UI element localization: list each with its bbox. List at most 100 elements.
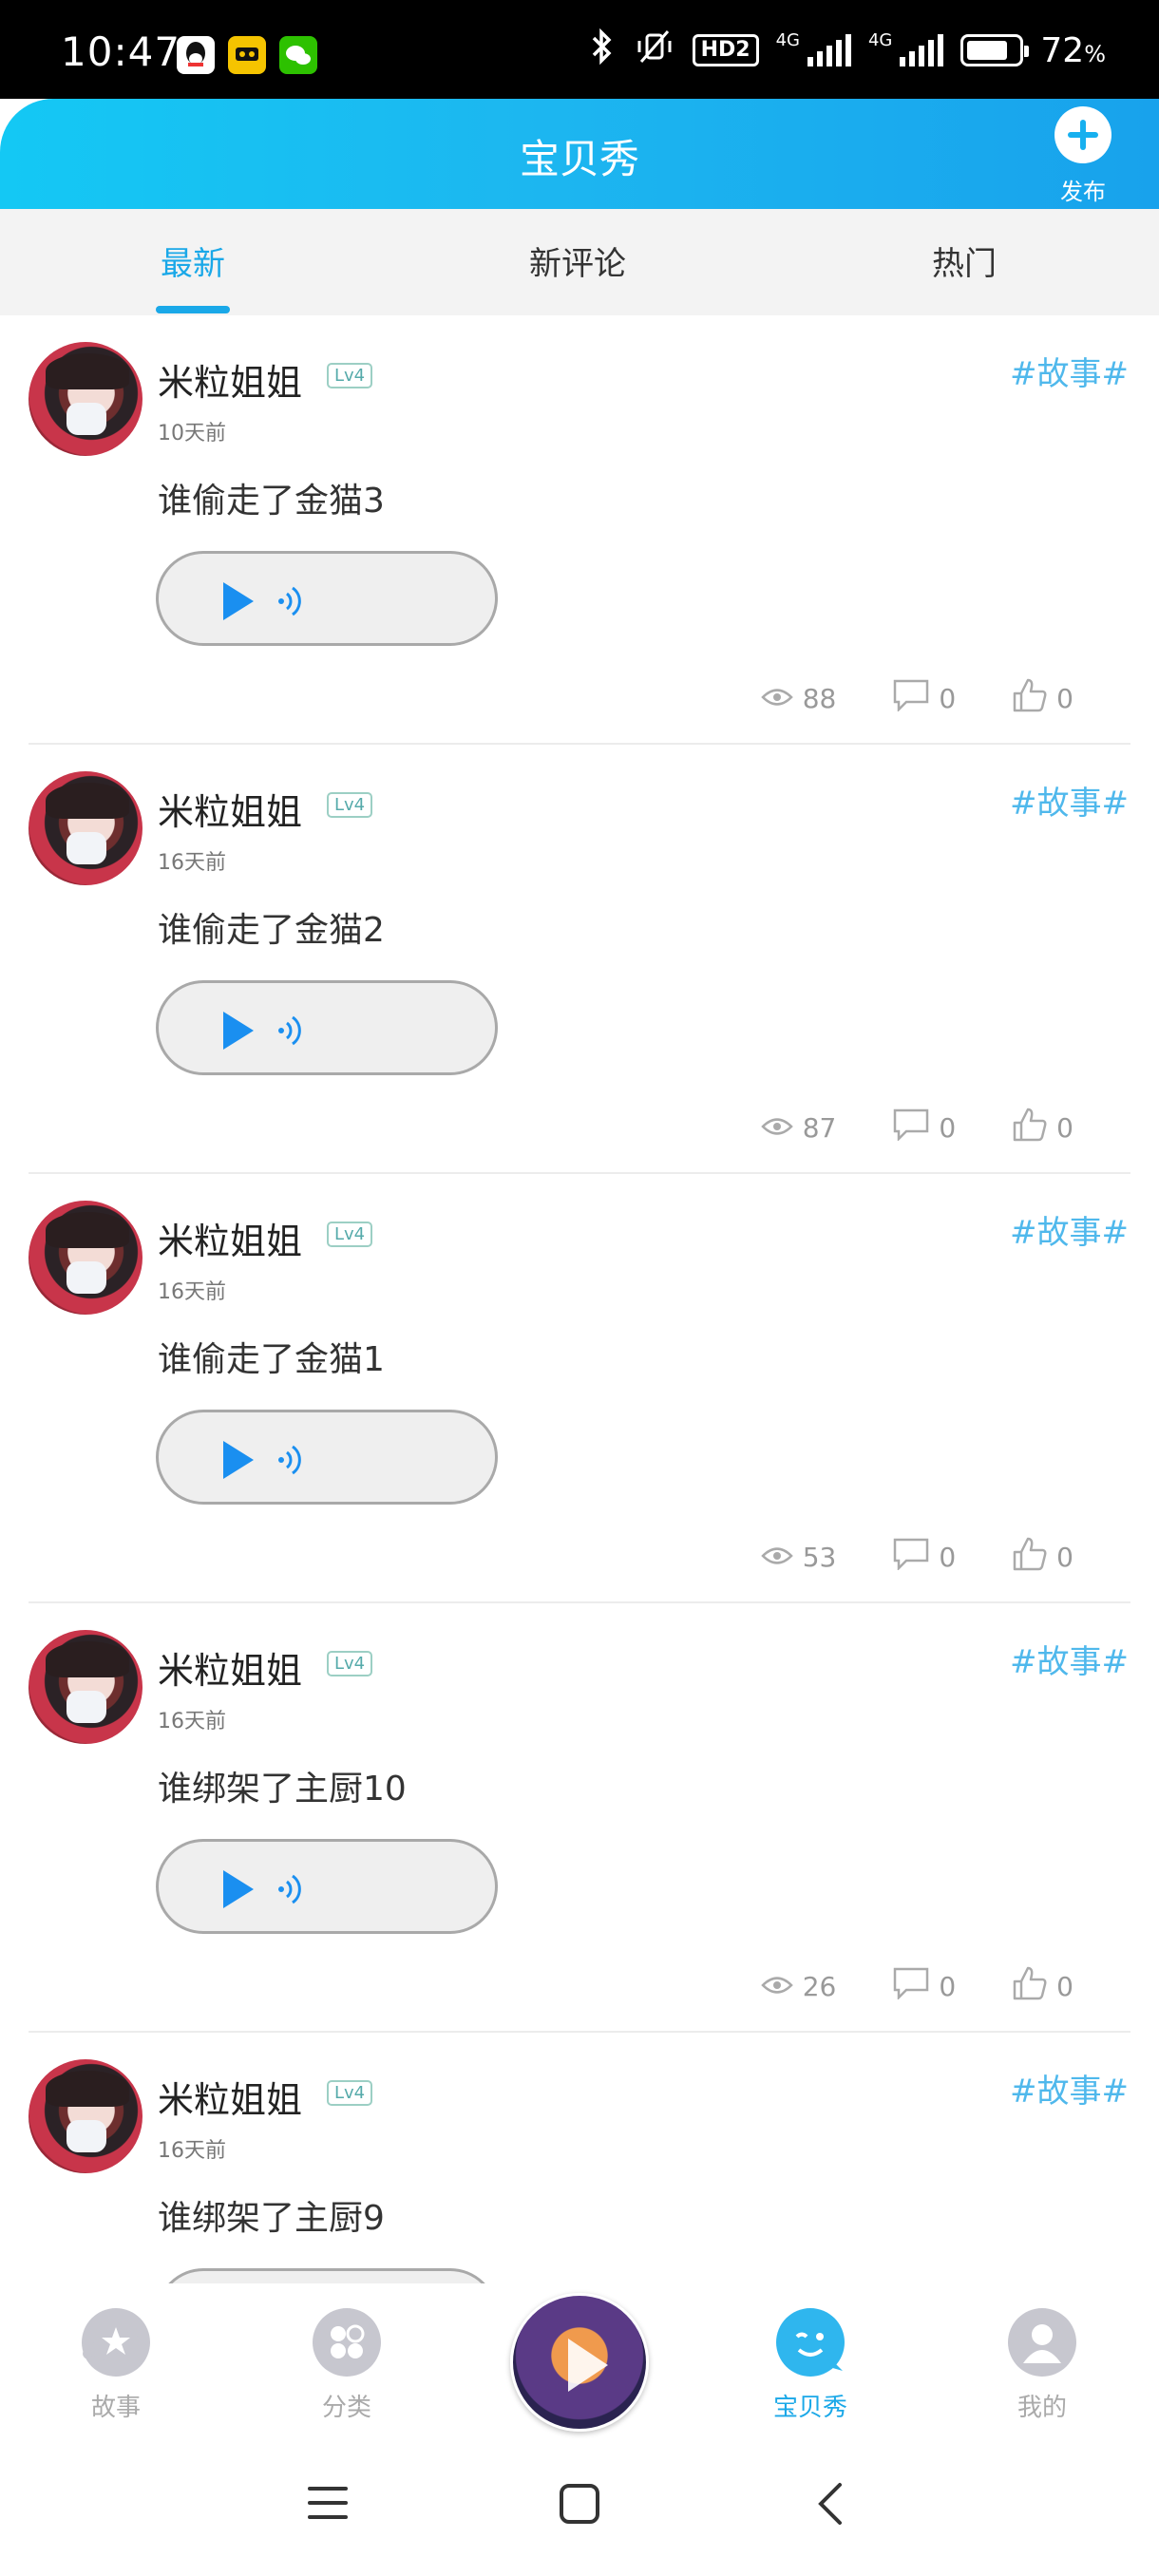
tab-hot[interactable]: 热门 xyxy=(869,237,1059,284)
like-count[interactable]: 0 xyxy=(1013,1537,1074,1578)
qq-icon xyxy=(177,36,215,74)
tab-latest[interactable]: 最新 xyxy=(98,237,288,284)
comment-count[interactable]: 0 xyxy=(893,1537,956,1578)
post-time: 16天前 xyxy=(158,2139,226,2163)
status-bar: 10:47 HD2 4G 4G 72% xyxy=(0,0,1159,99)
post-stats: 88 0 0 xyxy=(760,678,1074,719)
eye-icon xyxy=(760,1542,793,1573)
post-feed[interactable]: 米粒姐姐 Lv4 10天前 #故事# 谁偷走了金猫3 88 0 0 米粒姐姐 L… xyxy=(0,315,1159,2283)
nav-label: 故事 xyxy=(90,2394,141,2422)
thumbs-up-icon xyxy=(1013,678,1047,719)
comment-count[interactable]: 0 xyxy=(893,1108,956,1148)
avatar[interactable] xyxy=(28,771,142,885)
view-count: 88 xyxy=(760,678,836,719)
sound-wave-icon xyxy=(276,580,307,626)
network-label-1: 4G xyxy=(775,30,800,50)
post-time: 10天前 xyxy=(158,422,226,445)
home-icon[interactable] xyxy=(559,2483,600,2529)
level-badge: Lv4 xyxy=(327,792,373,818)
post-title: 谁绑架了主厨10 xyxy=(158,1770,407,1809)
nav-item-category[interactable]: 分类 xyxy=(280,2308,413,2423)
avatar[interactable] xyxy=(28,1201,142,1315)
level-badge: Lv4 xyxy=(327,1651,373,1676)
like-count[interactable]: 0 xyxy=(1013,1966,1074,2007)
like-count[interactable]: 0 xyxy=(1013,1108,1074,1148)
audio-player-button[interactable] xyxy=(156,2268,498,2283)
avatar[interactable] xyxy=(28,1630,142,1744)
battery-icon xyxy=(960,34,1030,66)
post-item[interactable]: 米粒姐姐 Lv4 16天前 #故事# 谁偷走了金猫2 87 0 0 xyxy=(0,745,1159,1174)
network-label-2: 4G xyxy=(867,30,893,50)
level-badge: Lv4 xyxy=(327,2080,373,2106)
post-title: 谁偷走了金猫3 xyxy=(158,482,385,521)
post-stats: 53 0 0 xyxy=(760,1537,1074,1578)
topic-tag[interactable]: #故事# xyxy=(1010,777,1129,824)
page-title: 宝贝秀 xyxy=(519,136,639,182)
tab-active-indicator xyxy=(156,306,230,313)
view-count: 53 xyxy=(760,1537,836,1578)
post-item[interactable]: 米粒姐姐 Lv4 10天前 #故事# 谁偷走了金猫3 88 0 0 xyxy=(0,315,1159,745)
topic-tag[interactable]: #故事# xyxy=(1010,2065,1129,2112)
eye-icon xyxy=(760,1971,793,2002)
author-name[interactable]: 米粒姐姐 xyxy=(158,353,302,406)
signal-icon-2 xyxy=(900,34,944,66)
post-title: 谁偷走了金猫1 xyxy=(158,1340,385,1379)
tab-bar: 最新 新评论 热门 xyxy=(0,209,1159,315)
comment-icon xyxy=(893,1538,929,1577)
author-name[interactable]: 米粒姐姐 xyxy=(158,2071,302,2123)
author-name[interactable]: 米粒姐姐 xyxy=(158,783,302,835)
nav-label: 我的 xyxy=(1016,2394,1067,2422)
status-time: 10:47 xyxy=(61,28,181,75)
avatar[interactable] xyxy=(28,2059,142,2173)
publish-button[interactable]: 发布 xyxy=(1049,106,1117,206)
hd-badge: HD2 xyxy=(692,34,759,66)
user-icon xyxy=(1008,2308,1076,2377)
avatar[interactable] xyxy=(28,342,142,456)
bottom-nav: 故事 分类 宝贝秀 我的 xyxy=(0,2283,1159,2441)
nav-item-mine[interactable]: 我的 xyxy=(976,2308,1109,2423)
audio-player-button[interactable] xyxy=(156,551,498,646)
category-icon xyxy=(313,2308,381,2377)
publish-label: 发布 xyxy=(1060,179,1106,205)
comment-count[interactable]: 0 xyxy=(893,1966,956,2007)
system-nav-bar xyxy=(0,2441,1159,2576)
like-count[interactable]: 0 xyxy=(1013,678,1074,719)
eye-icon xyxy=(760,1112,793,1144)
nav-item-stories[interactable]: 故事 xyxy=(49,2308,182,2423)
play-icon xyxy=(568,2339,608,2392)
nav-label: 分类 xyxy=(321,2394,371,2422)
post-title: 谁偷走了金猫2 xyxy=(158,911,385,950)
author-name[interactable]: 米粒姐姐 xyxy=(158,1212,302,1264)
planet-star-icon xyxy=(82,2308,150,2377)
audio-player-button[interactable] xyxy=(156,980,498,1075)
comment-icon xyxy=(893,1967,929,2006)
author-name[interactable]: 米粒姐姐 xyxy=(158,1641,302,1694)
now-playing-button[interactable] xyxy=(510,2293,649,2432)
post-title: 谁绑架了主厨9 xyxy=(158,2199,385,2238)
play-icon xyxy=(223,582,254,620)
comment-count[interactable]: 0 xyxy=(893,678,956,719)
audio-player-button[interactable] xyxy=(156,1839,498,1934)
post-stats: 87 0 0 xyxy=(760,1108,1074,1148)
app-header: 宝贝秀 发布 xyxy=(0,99,1159,209)
audio-player-button[interactable] xyxy=(156,1410,498,1505)
post-item[interactable]: 米粒姐姐 Lv4 16天前 #故事# 谁绑架了主厨10 26 0 0 xyxy=(0,1603,1159,2033)
thumbs-up-icon xyxy=(1013,1537,1047,1578)
back-icon[interactable] xyxy=(815,2481,844,2530)
nav-item-baby-show[interactable]: 宝贝秀 xyxy=(744,2308,877,2423)
menu-icon[interactable] xyxy=(306,2483,350,2527)
view-count: 26 xyxy=(760,1966,836,2007)
battery-level: 72% xyxy=(1040,30,1106,70)
post-item[interactable]: 米粒姐姐 Lv4 16天前 #故事# 谁绑架了主厨9 xyxy=(0,2033,1159,2283)
post-item[interactable]: 米粒姐姐 Lv4 16天前 #故事# 谁偷走了金猫1 53 0 0 xyxy=(0,1174,1159,1603)
topic-tag[interactable]: #故事# xyxy=(1010,1206,1129,1253)
level-badge: Lv4 xyxy=(327,1222,373,1247)
tab-new-comments[interactable]: 新评论 xyxy=(483,237,673,284)
thumbs-up-icon xyxy=(1013,1108,1047,1148)
topic-tag[interactable]: #故事# xyxy=(1010,348,1129,394)
play-icon xyxy=(223,1441,254,1479)
sound-wave-icon xyxy=(276,1010,307,1055)
sound-wave-icon xyxy=(276,1439,307,1485)
status-icons: HD2 4G 4G 72% xyxy=(588,28,1106,72)
topic-tag[interactable]: #故事# xyxy=(1010,1636,1129,1682)
